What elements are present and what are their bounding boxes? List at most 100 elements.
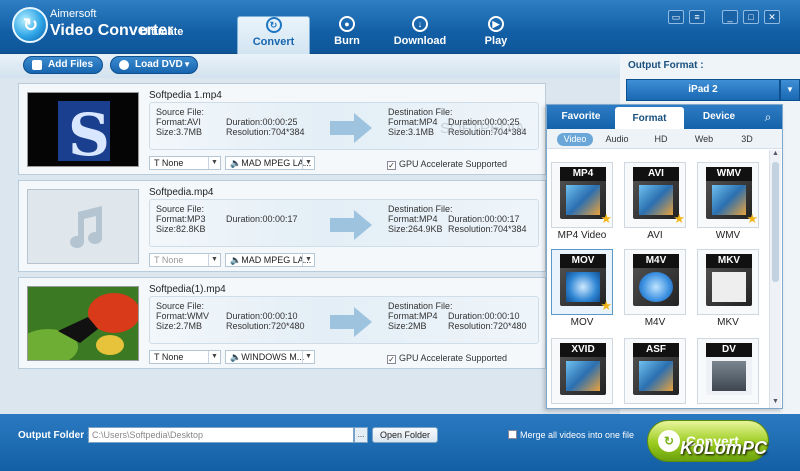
menu-icon[interactable]: ≡ (689, 10, 705, 24)
film-icon: AVI ★ (633, 167, 685, 225)
chevron-down-icon[interactable]: ▼ (183, 57, 191, 73)
thumbnail-image: S (28, 93, 138, 167)
tab-format[interactable]: Format (615, 107, 684, 129)
source-info: Source File: Format:WMV Size:2.7MB Durat… (156, 301, 305, 331)
close-icon[interactable]: ✕ (764, 10, 780, 24)
merge-checkbox[interactable]: Merge all videos into one file (508, 430, 634, 440)
film-strip (712, 361, 746, 391)
subtitle-dropdown[interactable]: T None ▼ (149, 350, 221, 364)
subtab-hd[interactable]: HD (651, 133, 671, 146)
app-window: ↻ Aimersoft Video Converter Ultimate ↻ Co… (0, 0, 800, 471)
video-thumbnail (27, 286, 139, 361)
subtab-audio[interactable]: Audio (603, 133, 631, 146)
chat-icon[interactable]: ▭ (668, 10, 684, 24)
film-strip (712, 272, 746, 302)
audio-dropdown[interactable]: 🔈MAD MPEG LA... ▼ (225, 253, 315, 267)
format-avi[interactable]: AVI ★ (624, 162, 686, 228)
destination-label: Destination File: (388, 301, 453, 311)
destination-label: Destination File: (388, 204, 453, 214)
camcorder-icon: DV (706, 343, 752, 395)
tab-convert[interactable]: ↻ Convert (237, 16, 310, 55)
scroll-down-icon[interactable]: ▼ (770, 398, 781, 408)
tab-burn[interactable]: ● Burn (312, 16, 382, 54)
subtitle-value: None (161, 158, 184, 168)
destination-info: Destination File: Format:MP4 Size:264.9K… (388, 204, 527, 234)
format-xvid[interactable]: XVID (551, 338, 613, 404)
dvd-icon (119, 60, 129, 70)
film-strip (566, 185, 600, 215)
gpu-checkbox[interactable]: ✓ GPU Accelerate Supported (387, 159, 507, 170)
destination-duration: Duration:00:00:10 (448, 311, 520, 321)
watermark-center: SOFTPEDIA (440, 120, 526, 137)
video-thumbnail: S (27, 92, 139, 167)
source-format: Format:AVI (156, 117, 201, 127)
matroska-icon: MKV (706, 254, 752, 306)
maximize-icon[interactable]: □ (743, 10, 759, 24)
audio-thumbnail (27, 189, 139, 264)
chevron-down-icon[interactable]: ▼ (780, 79, 800, 101)
format-mov[interactable]: MOV ★ (551, 249, 613, 315)
gpu-checkbox[interactable]: ✓ GPU Accelerate Supported (387, 353, 507, 364)
tab-favorite[interactable]: Favorite (547, 105, 615, 129)
source-duration: Duration:00:00:10 (226, 311, 298, 321)
audio-icon: 🔈 (230, 352, 242, 362)
subtab-video[interactable]: Video (557, 133, 593, 146)
add-file-icon (32, 60, 42, 70)
film-strip (639, 272, 673, 302)
load-dvd-label: Load DVD (135, 59, 183, 70)
thumbnail-image (28, 287, 138, 360)
list-item[interactable]: Softpedia(1).mp4 Source File: Format:WMV… (18, 277, 546, 369)
format-mkv[interactable]: MKV (697, 249, 759, 315)
subtitle-dropdown[interactable]: T None ▼ (149, 156, 221, 170)
conversion-info: Source File: Format:WMV Size:2.7MB Durat… (149, 296, 539, 344)
open-folder-button[interactable]: Open Folder (372, 427, 438, 443)
film-icon: WMV ★ (706, 167, 758, 225)
list-item[interactable]: Softpedia.mp4 Source File: Format:MP3 Si… (18, 180, 546, 272)
source-size: Size:82.8KB (156, 224, 206, 234)
subtitle-dropdown[interactable]: T None ▼ (149, 253, 221, 267)
subtab-3d[interactable]: 3D (738, 133, 756, 146)
tab-play[interactable]: ▶ Play (461, 16, 531, 54)
format-scrollbar[interactable]: ▲ ▼ (769, 150, 781, 408)
star-icon: ★ (746, 211, 758, 226)
arrow-head-icon (354, 210, 372, 240)
tab-download-label: Download (393, 35, 447, 47)
format-name: MOV (570, 317, 594, 328)
chevron-down-icon: ▼ (302, 351, 314, 363)
checkbox-icon: ✓ (387, 161, 396, 170)
file-name: Softpedia.mp4 (149, 187, 214, 198)
format-asf[interactable]: ASF (624, 338, 686, 404)
minimize-icon[interactable]: _ (722, 10, 738, 24)
merge-label: Merge all videos into one file (520, 430, 635, 440)
tab-play-label: Play (484, 35, 508, 47)
source-label: Source File: (156, 301, 205, 311)
destination-format: Format:MP4 (388, 311, 438, 321)
watermark-corner: KoLomPC (680, 438, 767, 458)
film-strip (566, 361, 600, 391)
format-wmv[interactable]: WMV ★ (697, 162, 759, 228)
format-mp4[interactable]: MP4 ★ (551, 162, 613, 228)
browse-button[interactable]: ... (354, 427, 368, 443)
add-files-button[interactable]: Add Files (23, 56, 103, 74)
format-icon-label: XVID (560, 343, 606, 357)
format-m4v[interactable]: M4V (624, 249, 686, 315)
output-folder-input[interactable]: C:\Users\Softpedia\Desktop (88, 427, 354, 443)
svg-text:S: S (68, 101, 110, 167)
source-label: Source File: (156, 204, 205, 214)
checkbox-icon (508, 430, 517, 439)
subtab-web[interactable]: Web (691, 133, 717, 146)
subtitle-value: None (161, 352, 184, 362)
output-format-select[interactable]: iPad 2 (626, 79, 780, 101)
format-dv[interactable]: DV (697, 338, 759, 404)
scroll-thumb[interactable] (772, 162, 779, 282)
tab-download[interactable]: ↓ Download (385, 16, 455, 54)
source-format: Format:WMV (156, 311, 209, 321)
scroll-up-icon[interactable]: ▲ (770, 150, 781, 160)
audio-dropdown[interactable]: 🔈WINDOWS M... ▼ (225, 350, 315, 364)
tab-device[interactable]: Device (684, 105, 754, 129)
search-icon[interactable]: ⌕ (754, 105, 782, 129)
destination-info: Destination File: Format:MP4 Size:2MB Du… (388, 301, 527, 331)
load-dvd-button[interactable]: Load DVD ▼ (110, 56, 198, 74)
audio-dropdown[interactable]: 🔈MAD MPEG LA... ▼ (225, 156, 315, 170)
destination-resolution: Resolution:704*384 (448, 224, 527, 234)
